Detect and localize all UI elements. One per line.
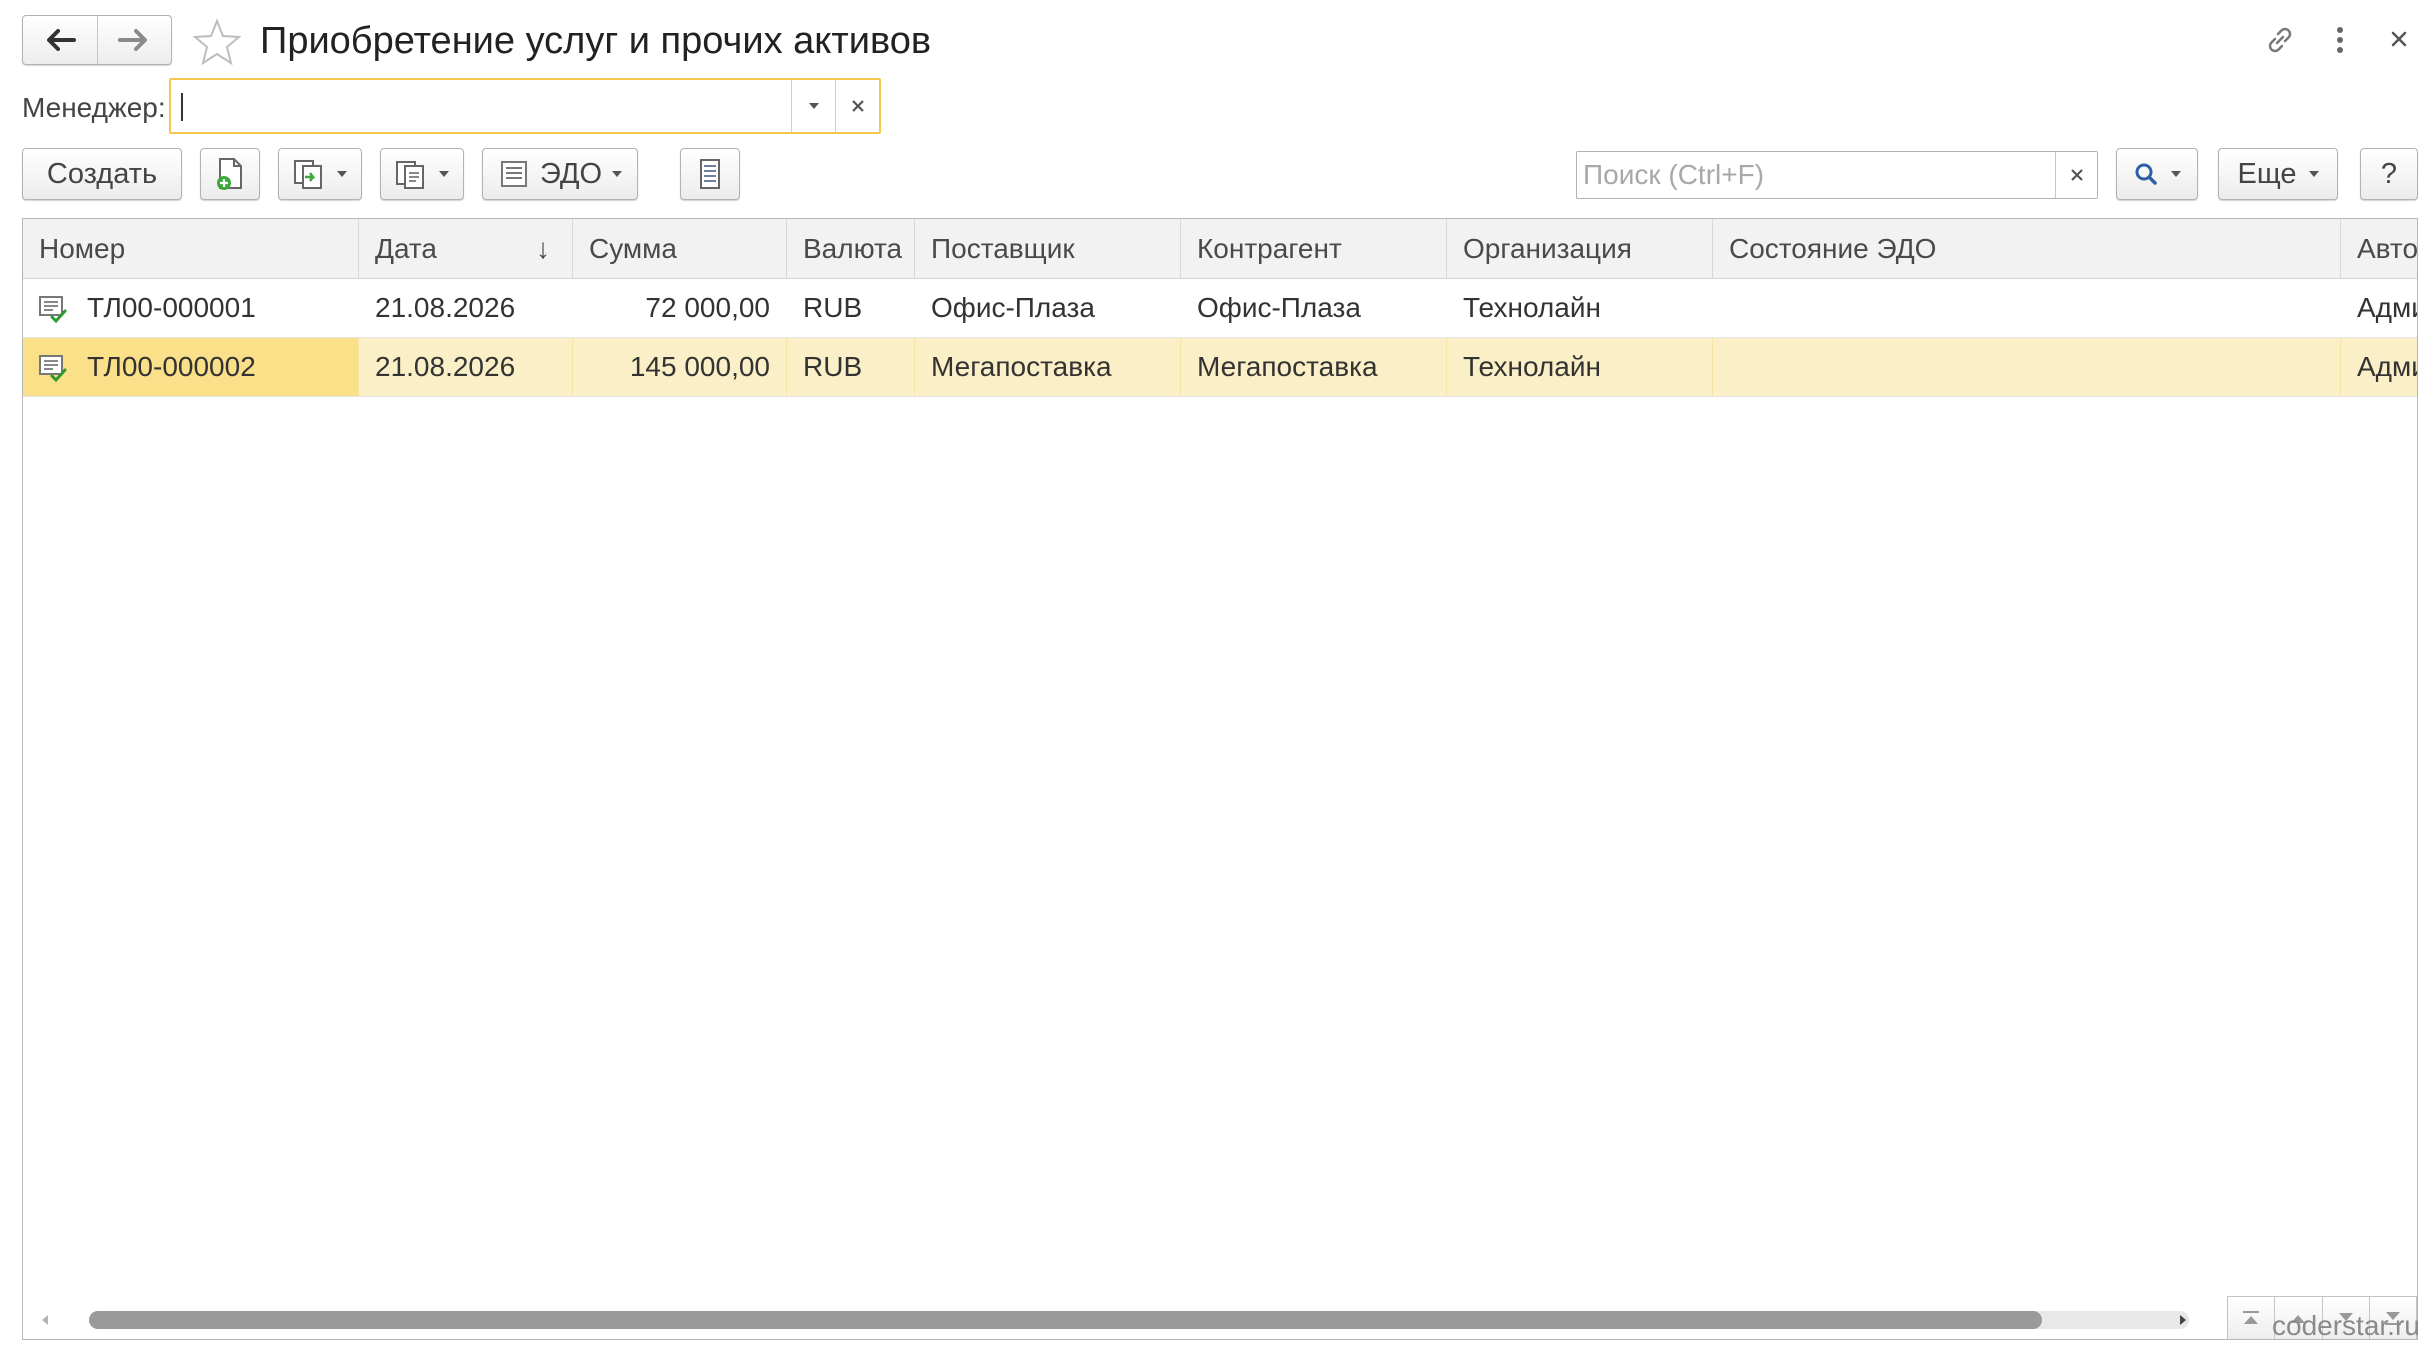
back-button[interactable] bbox=[23, 16, 97, 64]
favorite-star-icon[interactable] bbox=[192, 18, 242, 66]
edo-button[interactable]: ЭДО bbox=[482, 148, 638, 200]
scroll-left-icon[interactable] bbox=[37, 1311, 53, 1329]
print-documents-icon bbox=[396, 161, 424, 189]
cell-sum: 145 000,00 bbox=[573, 338, 787, 396]
navigation-buttons bbox=[22, 15, 172, 65]
cell-date: 21.08.2026 bbox=[375, 292, 516, 323]
edo-icon bbox=[500, 161, 527, 187]
horizontal-scrollbar[interactable] bbox=[89, 1311, 2189, 1329]
search-field bbox=[1576, 151, 2098, 199]
cell-sum: 72 000,00 bbox=[645, 292, 770, 323]
close-window-icon[interactable] bbox=[2386, 26, 2412, 52]
cell-edo-state bbox=[1713, 279, 2341, 337]
sort-descending-icon: ↓ bbox=[536, 233, 550, 264]
clear-icon bbox=[2070, 169, 2083, 181]
cell-edo-state bbox=[1713, 338, 2341, 396]
table-row[interactable]: ТЛ00-000001 21.08.2026 72 000,00 RUB Офи… bbox=[23, 279, 2417, 338]
table-header: Номер Дата ↓ Сумма Валюта Поставщик Конт… bbox=[23, 219, 2417, 279]
cell-organization: Технолайн bbox=[1447, 338, 1713, 396]
link-icon[interactable] bbox=[2262, 22, 2298, 58]
column-header-organization[interactable]: Организация bbox=[1447, 219, 1713, 279]
column-header-supplier[interactable]: Поставщик bbox=[915, 219, 1181, 279]
search-options-button[interactable] bbox=[2116, 148, 2198, 200]
column-header-author[interactable]: Автор bbox=[2341, 219, 2417, 279]
cell-counterparty: Мегапоставка bbox=[1181, 338, 1447, 396]
cell-counterparty: Офис-Плаза bbox=[1197, 292, 1361, 323]
column-header-number[interactable]: Номер bbox=[23, 219, 359, 279]
column-header-edo-state[interactable]: Состояние ЭДО bbox=[1713, 219, 2341, 279]
more-button-label: Еще bbox=[2237, 157, 2297, 190]
scroll-right-icon[interactable] bbox=[2175, 1311, 2191, 1329]
cell-number: ТЛ00-000001 bbox=[87, 292, 256, 323]
posted-document-icon bbox=[39, 355, 67, 383]
print-button[interactable] bbox=[380, 148, 464, 200]
clear-icon bbox=[851, 100, 864, 112]
more-button[interactable]: Еще bbox=[2218, 148, 2338, 200]
column-header-sum[interactable]: Сумма bbox=[573, 219, 787, 279]
search-clear-button[interactable] bbox=[2055, 152, 2097, 198]
related-documents-button[interactable] bbox=[278, 148, 362, 200]
column-header-counterparty[interactable]: Контрагент bbox=[1181, 219, 1447, 279]
column-header-date[interactable]: Дата ↓ bbox=[359, 219, 573, 279]
cell-supplier: Мегапоставка bbox=[915, 338, 1181, 396]
cell-date: 21.08.2026 bbox=[359, 338, 573, 396]
cell-author: Администратор bbox=[2341, 338, 2417, 396]
column-header-currency[interactable]: Валюта bbox=[787, 219, 915, 279]
documents-table: Номер Дата ↓ Сумма Валюта Поставщик Конт… bbox=[22, 218, 2418, 1340]
list-report-icon bbox=[700, 159, 720, 189]
cell-currency: RUB bbox=[803, 292, 863, 323]
posted-document-icon bbox=[39, 296, 67, 324]
chevron-down-icon bbox=[337, 171, 347, 177]
create-based-on-button[interactable] bbox=[200, 148, 260, 200]
search-icon bbox=[2135, 163, 2157, 185]
report-button[interactable] bbox=[680, 148, 740, 200]
create-button-label: Создать bbox=[46, 157, 158, 190]
text-cursor bbox=[181, 93, 183, 121]
horizontal-scrollbar-thumb[interactable] bbox=[89, 1311, 2042, 1329]
cell-number: ТЛ00-000002 bbox=[87, 351, 256, 382]
add-document-icon bbox=[217, 158, 242, 190]
arrow-right-icon bbox=[118, 29, 148, 51]
watermark: coderstar.ru bbox=[2272, 1310, 2420, 1341]
manager-field bbox=[169, 78, 881, 134]
arrow-left-icon bbox=[46, 29, 76, 51]
forward-button[interactable] bbox=[96, 16, 172, 64]
cell-supplier: Офис-Плаза bbox=[931, 292, 1095, 323]
first-row-icon bbox=[2243, 1311, 2260, 1324]
more-vertical-icon[interactable] bbox=[2330, 22, 2350, 58]
manager-label: Менеджер: bbox=[22, 92, 166, 123]
help-button[interactable]: ? bbox=[2360, 148, 2418, 200]
chevron-down-icon bbox=[2171, 171, 2181, 177]
cell-currency: RUB bbox=[787, 338, 915, 396]
table-row-selected[interactable]: ТЛ00-000002 21.08.2026 145 000,00 RUB Ме… bbox=[23, 338, 2417, 397]
manager-input[interactable] bbox=[171, 80, 791, 132]
manager-dropdown-button[interactable] bbox=[791, 80, 835, 132]
search-input[interactable] bbox=[1577, 152, 2055, 198]
create-button[interactable]: Создать bbox=[22, 148, 182, 200]
linked-documents-icon bbox=[294, 160, 322, 189]
cell-organization: Технолайн bbox=[1463, 292, 1601, 323]
chevron-down-icon bbox=[2308, 171, 2319, 177]
page-title: Приобретение услуг и прочих активов bbox=[260, 20, 932, 62]
chevron-down-icon bbox=[439, 171, 449, 177]
chevron-down-icon bbox=[612, 171, 623, 177]
manager-clear-button[interactable] bbox=[835, 80, 879, 132]
cell-author: Администратор bbox=[2357, 292, 2417, 323]
go-to-first-button[interactable] bbox=[2228, 1297, 2274, 1339]
help-button-label: ? bbox=[2380, 157, 2398, 190]
edo-button-label: ЭДО bbox=[539, 157, 603, 190]
chevron-down-icon bbox=[808, 103, 819, 109]
